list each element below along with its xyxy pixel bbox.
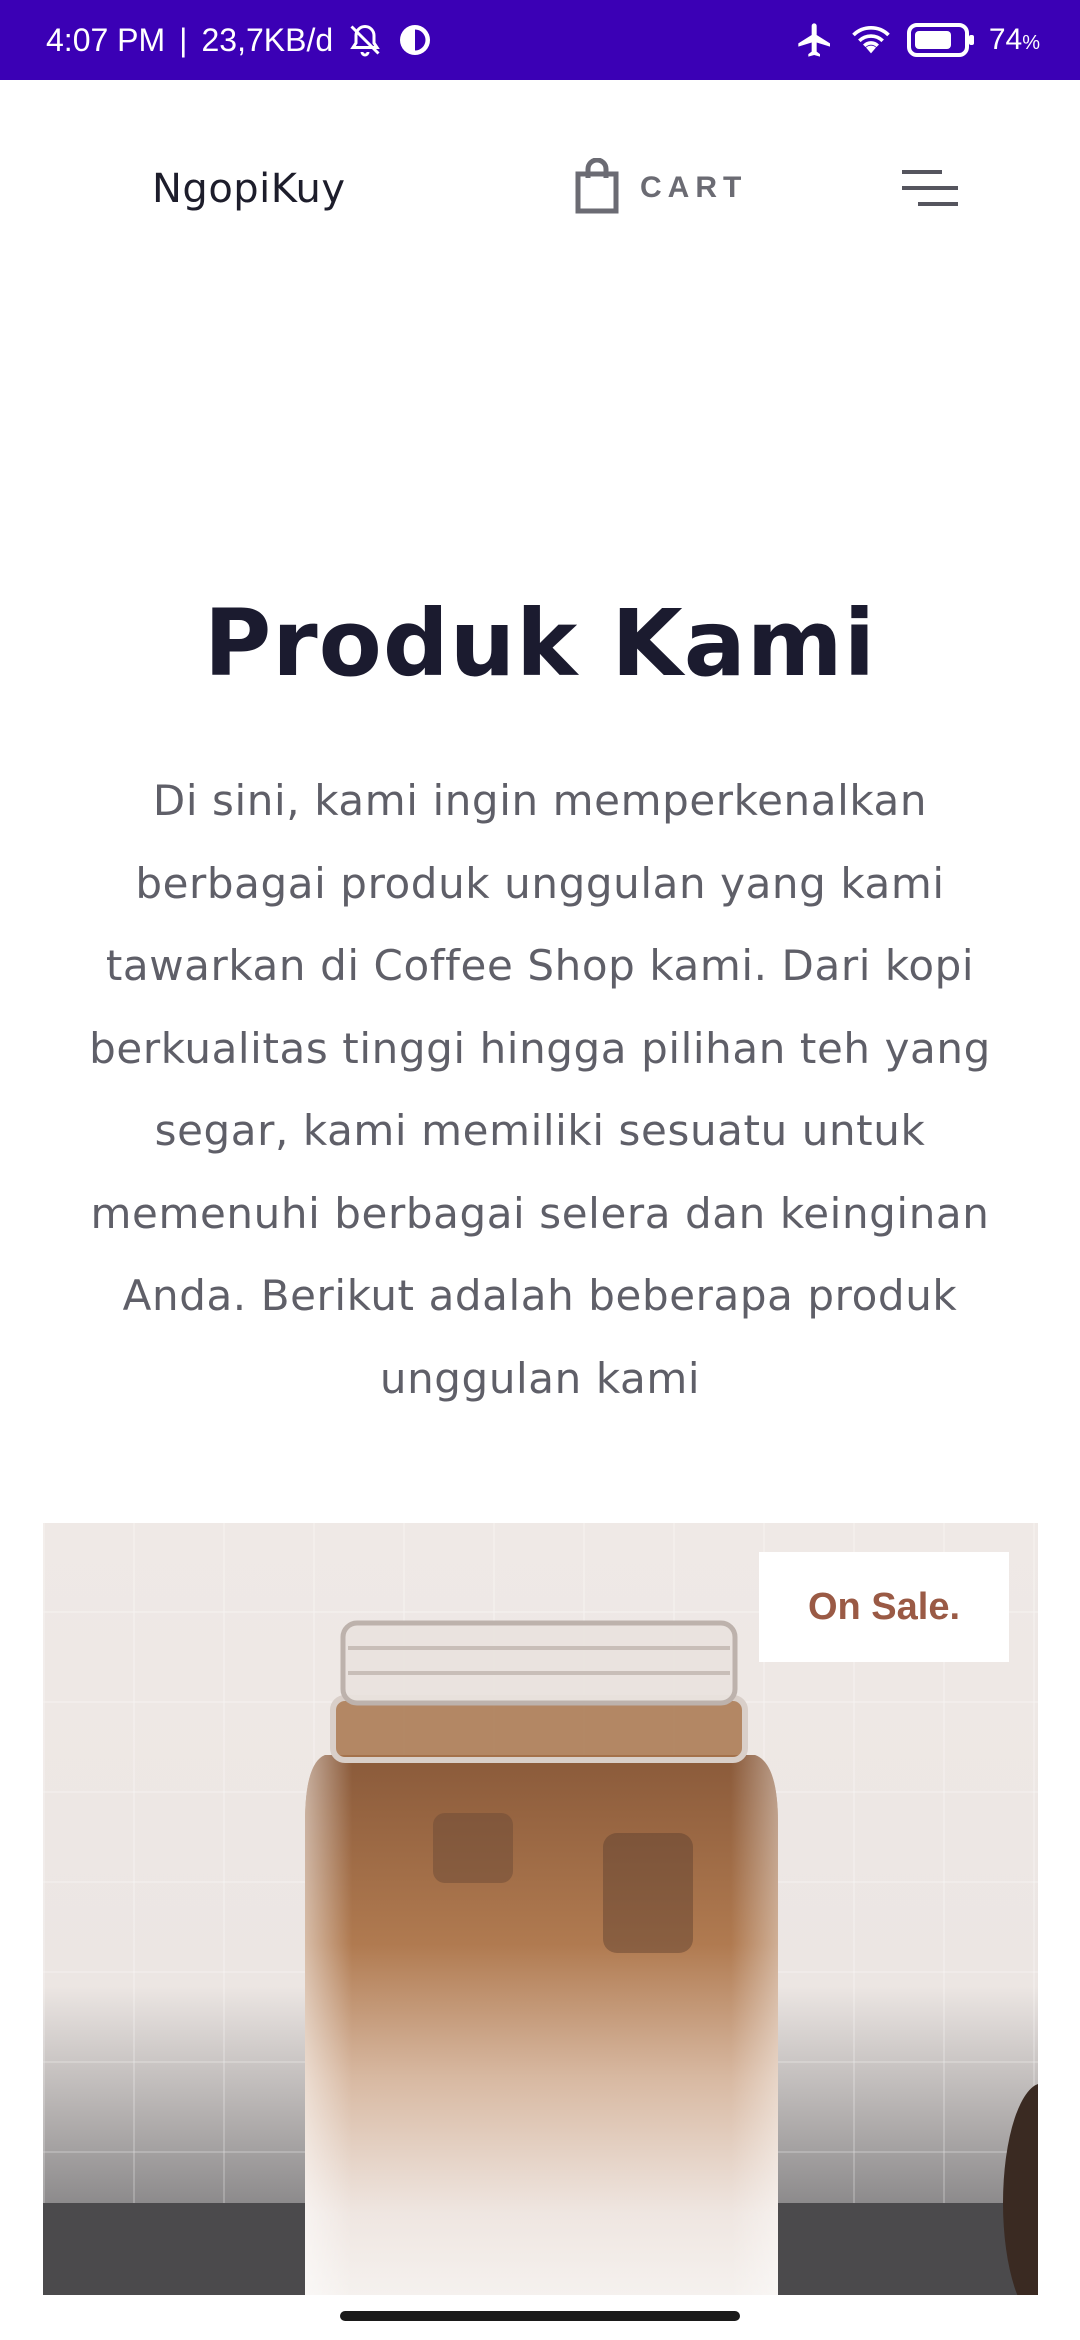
battery-percent: 74% — [988, 23, 1040, 56]
cart-label: CART — [640, 171, 748, 204]
status-bar-right: 74% — [795, 20, 1040, 60]
status-net-speed: 23,7KB/d — [201, 21, 334, 58]
brand-name[interactable]: NgopiKuy — [152, 166, 346, 212]
site-header: NgopiKuy CART — [0, 80, 1080, 300]
status-time: 4:07 PM — [46, 21, 166, 58]
airplane-icon — [795, 20, 835, 60]
on-sale-badge: On Sale. — [759, 1552, 1009, 1662]
hamburger-menu-icon — [902, 170, 958, 206]
product-card[interactable]: On Sale. — [43, 1523, 1038, 2295]
wifi-icon — [849, 20, 893, 60]
status-bar: 4:07 PM | 23,7KB/d 74% — [0, 0, 1080, 80]
status-separator: | — [179, 21, 188, 58]
data-saver-icon — [397, 22, 433, 58]
shopping-bag-icon — [574, 157, 620, 218]
status-bar-left: 4:07 PM | 23,7KB/d — [46, 22, 433, 59]
cart-button[interactable]: CART — [574, 157, 748, 218]
section-description: Di sini, kami ingin memperkenalkan berba… — [89, 776, 991, 1403]
mute-bell-icon — [347, 22, 383, 58]
battery-icon — [906, 23, 975, 57]
menu-button[interactable] — [900, 166, 960, 212]
home-gesture-bar[interactable] — [340, 2311, 740, 2321]
section-title: Produk Kami — [203, 590, 877, 697]
